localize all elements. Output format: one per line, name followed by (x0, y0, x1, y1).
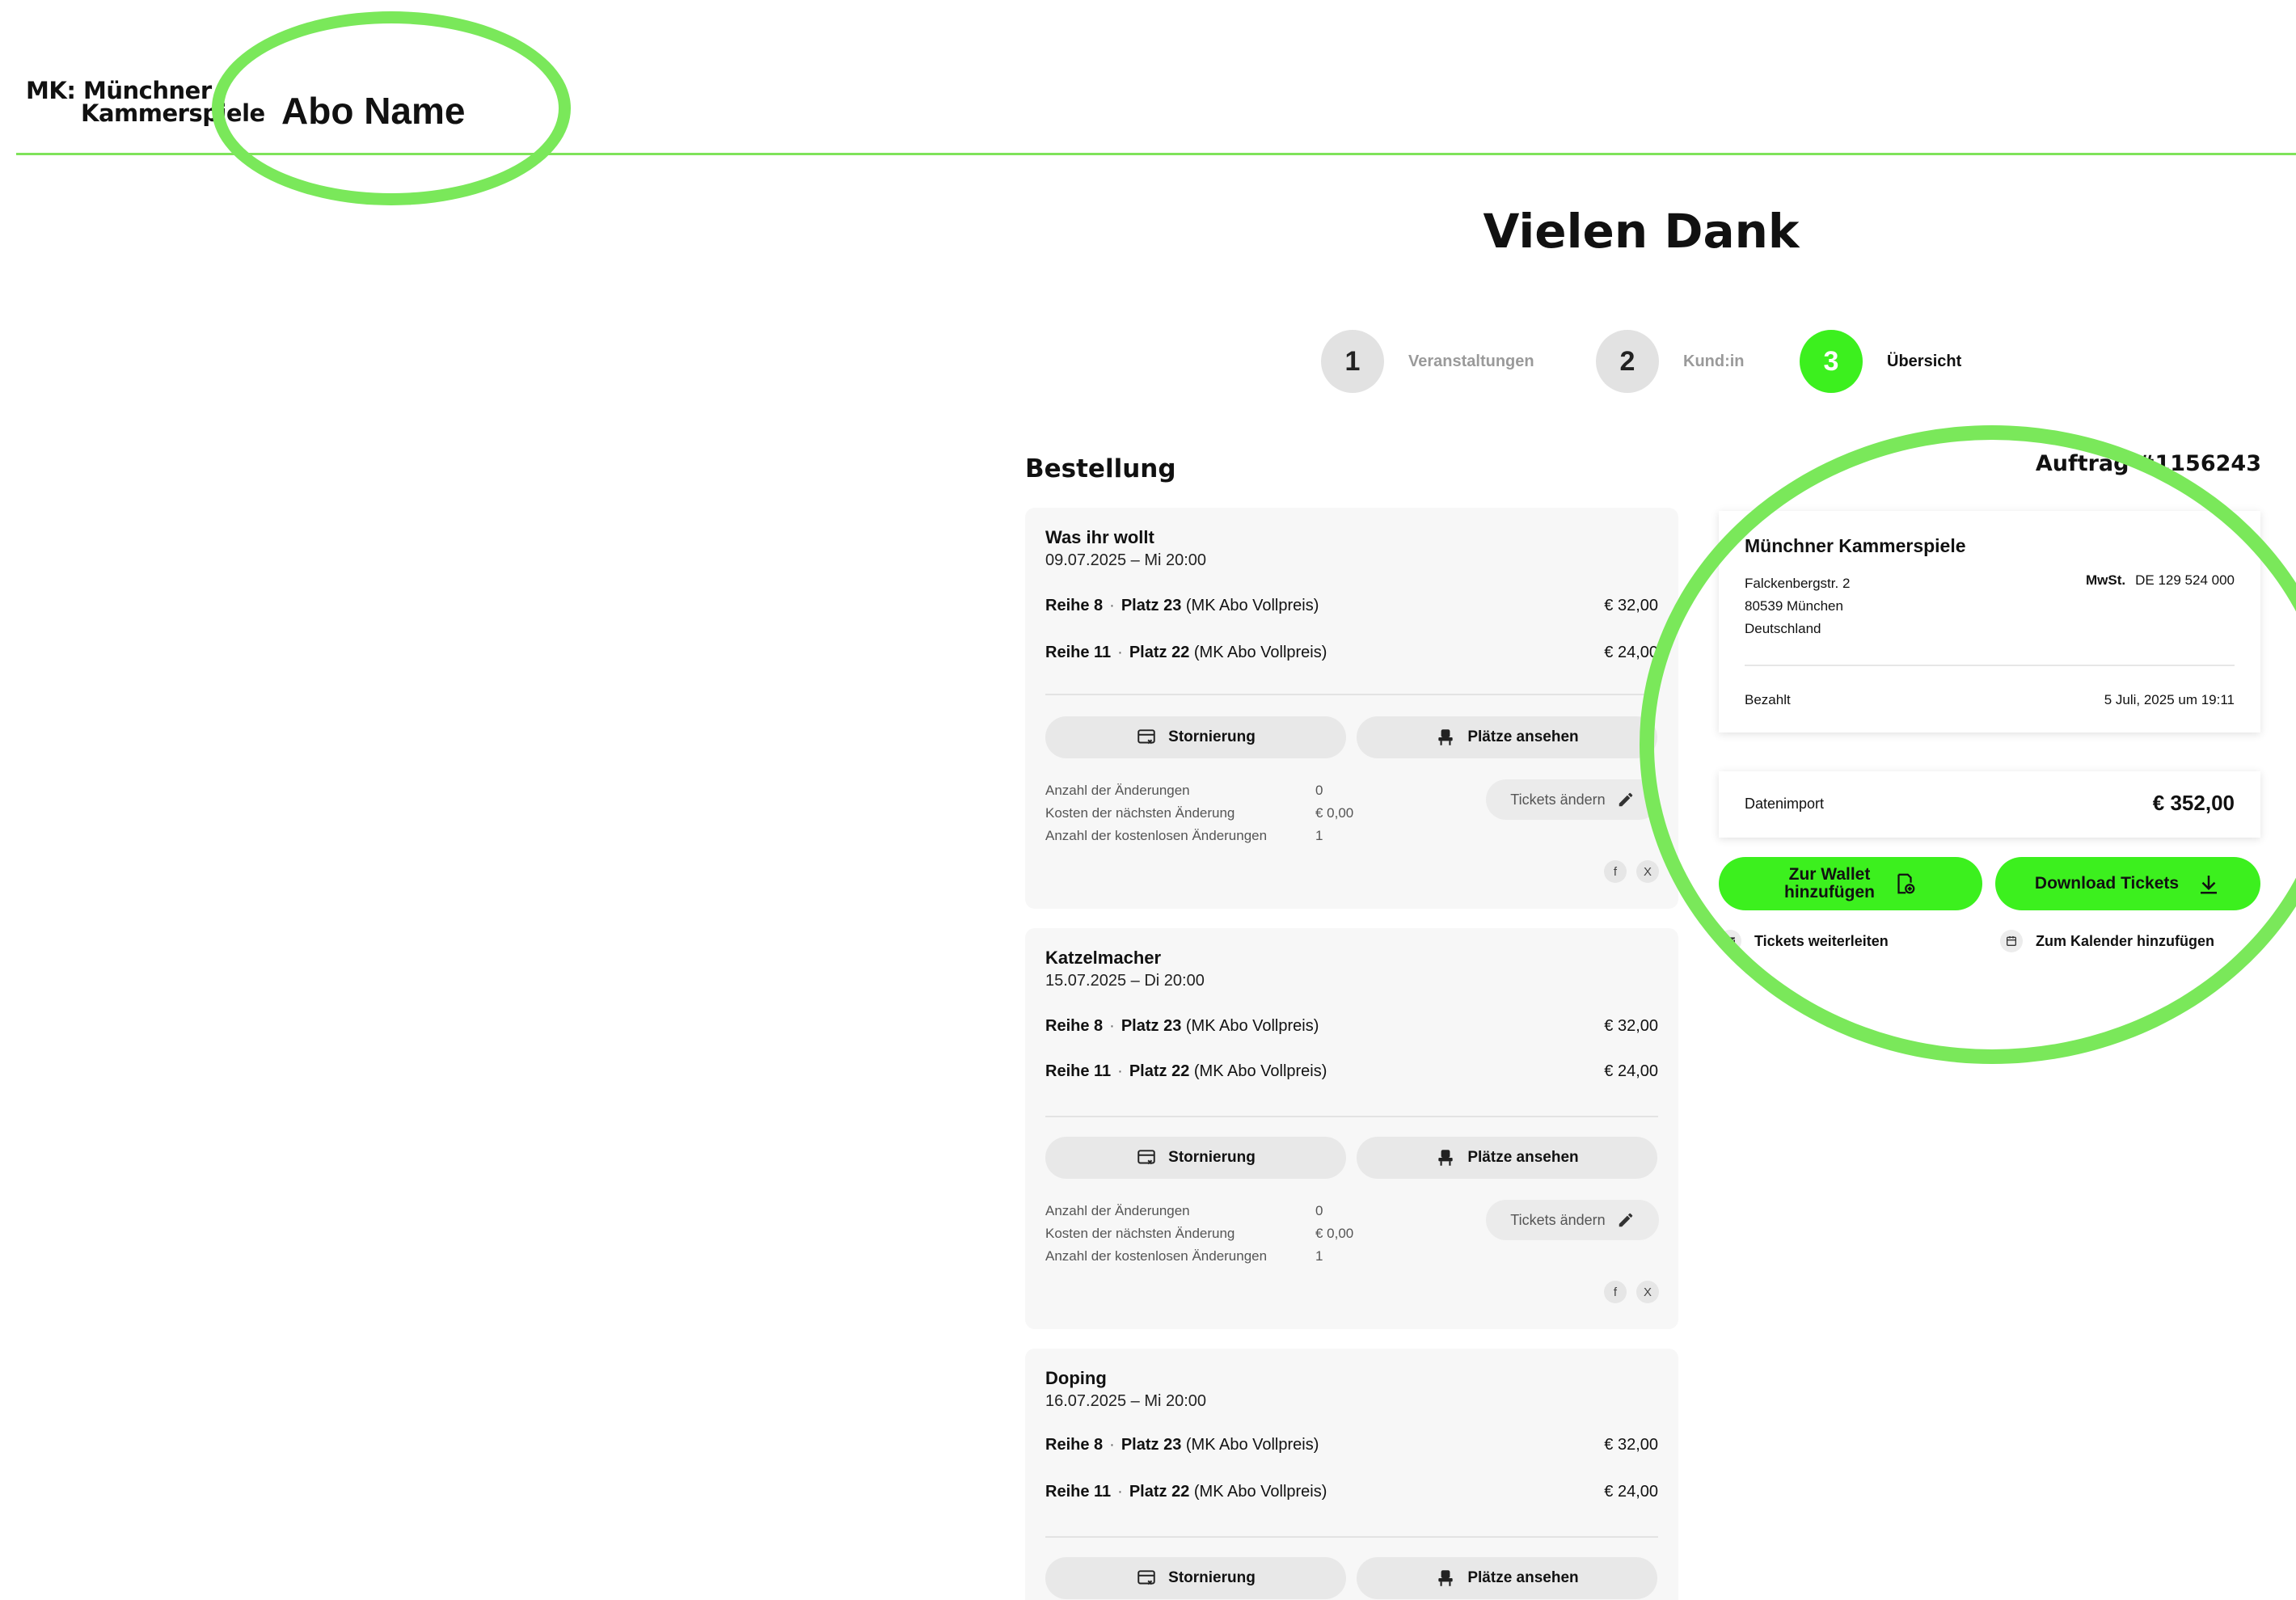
ticket-row-number: Reihe 8 (1045, 1436, 1104, 1454)
ticket-row-number: Reihe 8 (1045, 597, 1104, 614)
cancel-label: Stornierung (1168, 1569, 1256, 1586)
ticket-price: € 32,00 (1604, 1017, 1658, 1035)
cancel-button[interactable]: Stornierung (1045, 716, 1346, 758)
change-tickets-button[interactable]: Tickets ändern (1486, 1200, 1659, 1240)
step-customer[interactable]: 2 Kund:in (1596, 330, 1745, 393)
stat-value: € 0,00 (1315, 805, 1354, 821)
share-links: f X (1604, 860, 1659, 883)
share-links: f X (1604, 1281, 1659, 1303)
ticket-row: Reihe 11 · Platz 22 (MK Abo Vollpreis) € 2… (1045, 644, 1658, 668)
pencil-icon (1619, 1213, 1632, 1227)
card-divider (1045, 1116, 1658, 1117)
ticket-tariff: (MK Abo Vollpreis) (1193, 1062, 1327, 1080)
cancel-label: Stornierung (1168, 1149, 1256, 1166)
x-icon[interactable]: X (1636, 860, 1659, 883)
event-title: Katzelmacher (1045, 948, 1162, 968)
ticket-row: Reihe 11 · Platz 22 (MK Abo Vollpreis) € 2… (1045, 1483, 1658, 1507)
stat-label: Anzahl der kostenlosen Änderungen (1045, 828, 1268, 843)
ticket-row-number: Reihe 11 (1045, 1062, 1112, 1080)
ticket-row-number: Reihe 8 (1045, 1017, 1104, 1035)
seat-icon (1438, 1570, 1454, 1586)
ticket-row-number: Reihe 11 (1045, 1483, 1112, 1501)
stat-label: Kosten der nächsten Änderung (1045, 805, 1235, 821)
event-date: 09.07.2025 – Mi 20:00 (1045, 551, 1207, 569)
step-label: Kund:in (1683, 352, 1745, 370)
view-seats-label: Plätze ansehen (1467, 1569, 1579, 1586)
view-seats-button[interactable]: Plätze ansehen (1357, 1557, 1657, 1599)
facebook-icon[interactable]: f (1604, 860, 1627, 883)
ticket-seat: Platz 23 (1121, 1436, 1182, 1454)
facebook-icon[interactable]: f (1604, 1281, 1627, 1303)
ticket-seat: Platz 23 (1121, 597, 1182, 614)
cancel-ticket-icon (1137, 729, 1155, 745)
step-events[interactable]: 1 Veranstaltungen (1321, 330, 1534, 393)
ticket-seat: Platz 22 (1129, 644, 1190, 661)
event-title: Was ihr wollt (1045, 527, 1154, 547)
cancel-ticket-icon (1137, 1150, 1155, 1165)
ticket-price: € 32,00 (1604, 597, 1658, 614)
order-section-title: Bestellung (1025, 454, 1176, 483)
stat-value: 0 (1315, 1203, 1323, 1218)
ticket-row: Reihe 8 · Platz 23 (MK Abo Vollpreis) € 32… (1045, 597, 1658, 621)
stat-label: Kosten der nächsten Änderung (1045, 1226, 1235, 1241)
seat-icon (1438, 1150, 1454, 1166)
event-card: Doping 16.07.2025 – Mi 20:00 Reihe 8 · Pla… (1025, 1349, 1678, 1600)
ticket-tariff: (MK Abo Vollpreis) (1185, 1436, 1319, 1454)
view-seats-label: Plätze ansehen (1467, 728, 1579, 745)
event-date: 16.07.2025 – Mi 20:00 (1045, 1392, 1207, 1410)
stat-value: 1 (1315, 1248, 1323, 1264)
step-number: 2 (1596, 330, 1659, 393)
change-stats: Anzahl der Änderungen 0 Kosten der nächst… (1045, 779, 1353, 847)
x-icon[interactable]: X (1636, 1281, 1659, 1303)
step-number: 1 (1321, 330, 1384, 393)
stat-value: € 0,00 (1315, 1226, 1354, 1241)
step-label: Veranstaltungen (1408, 352, 1534, 370)
cancel-button[interactable]: Stornierung (1045, 1557, 1346, 1599)
view-seats-button[interactable]: Plätze ansehen (1357, 1137, 1657, 1179)
stat-value: 0 (1315, 783, 1323, 798)
card-divider (1045, 694, 1658, 695)
ticket-row: Reihe 8 · Platz 23 (MK Abo Vollpreis) € 32… (1045, 1017, 1658, 1041)
card-divider (1045, 1536, 1658, 1538)
ticket-tariff: (MK Abo Vollpreis) (1193, 1483, 1327, 1501)
event-card: Was ihr wollt 09.07.2025 – Mi 20:00 Reih… (1025, 508, 1678, 909)
ticket-price: € 24,00 (1604, 1062, 1658, 1080)
ticket-tariff: (MK Abo Vollpreis) (1185, 1017, 1319, 1035)
ticket-row: Reihe 8 · Platz 23 (MK Abo Vollpreis) € 32… (1045, 1436, 1658, 1460)
step-label: Übersicht (1887, 352, 1962, 370)
event-card: Katzelmacher 15.07.2025 – Di 20:00 Reihe… (1025, 928, 1678, 1329)
stat-value: 1 (1315, 828, 1323, 843)
step-overview[interactable]: 3 Übersicht (1800, 330, 1961, 393)
ticket-tariff: (MK Abo Vollpreis) (1185, 597, 1319, 614)
ticket-tariff: (MK Abo Vollpreis) (1193, 644, 1327, 661)
event-title: Doping (1045, 1368, 1107, 1388)
ticket-row-number: Reihe 11 (1045, 644, 1112, 661)
change-tickets-label: Tickets ändern (1510, 1211, 1606, 1228)
change-stats: Anzahl der Änderungen 0 Kosten der nächst… (1045, 1200, 1353, 1268)
change-tickets-button[interactable]: Tickets ändern (1486, 779, 1659, 820)
cancel-ticket-icon (1137, 1570, 1155, 1585)
event-date: 15.07.2025 – Di 20:00 (1045, 972, 1205, 990)
change-tickets-label: Tickets ändern (1510, 791, 1606, 808)
cancel-button[interactable]: Stornierung (1045, 1137, 1346, 1179)
page-title: Vielen Dank (1483, 204, 1800, 259)
step-number: 3 (1800, 330, 1863, 393)
seat-icon (1438, 729, 1454, 745)
ticket-seat: Platz 23 (1121, 1017, 1182, 1035)
cancel-label: Stornierung (1168, 728, 1256, 745)
pencil-icon (1619, 792, 1632, 807)
annotation-circle-abo-name (212, 11, 571, 205)
view-seats-button[interactable]: Plätze ansehen (1357, 716, 1657, 758)
view-seats-label: Plätze ansehen (1467, 1149, 1579, 1166)
ticket-seat: Platz 22 (1129, 1062, 1190, 1080)
stat-label: Anzahl der Änderungen (1045, 783, 1190, 798)
ticket-price: € 24,00 (1604, 1483, 1658, 1501)
ticket-row: Reihe 11 · Platz 22 (MK Abo Vollpreis) € 2… (1045, 1062, 1658, 1087)
ticket-price: € 32,00 (1604, 1436, 1658, 1454)
stat-label: Anzahl der kostenlosen Änderungen (1045, 1248, 1268, 1264)
ticket-seat: Platz 22 (1129, 1483, 1190, 1501)
stat-label: Anzahl der Änderungen (1045, 1203, 1190, 1218)
